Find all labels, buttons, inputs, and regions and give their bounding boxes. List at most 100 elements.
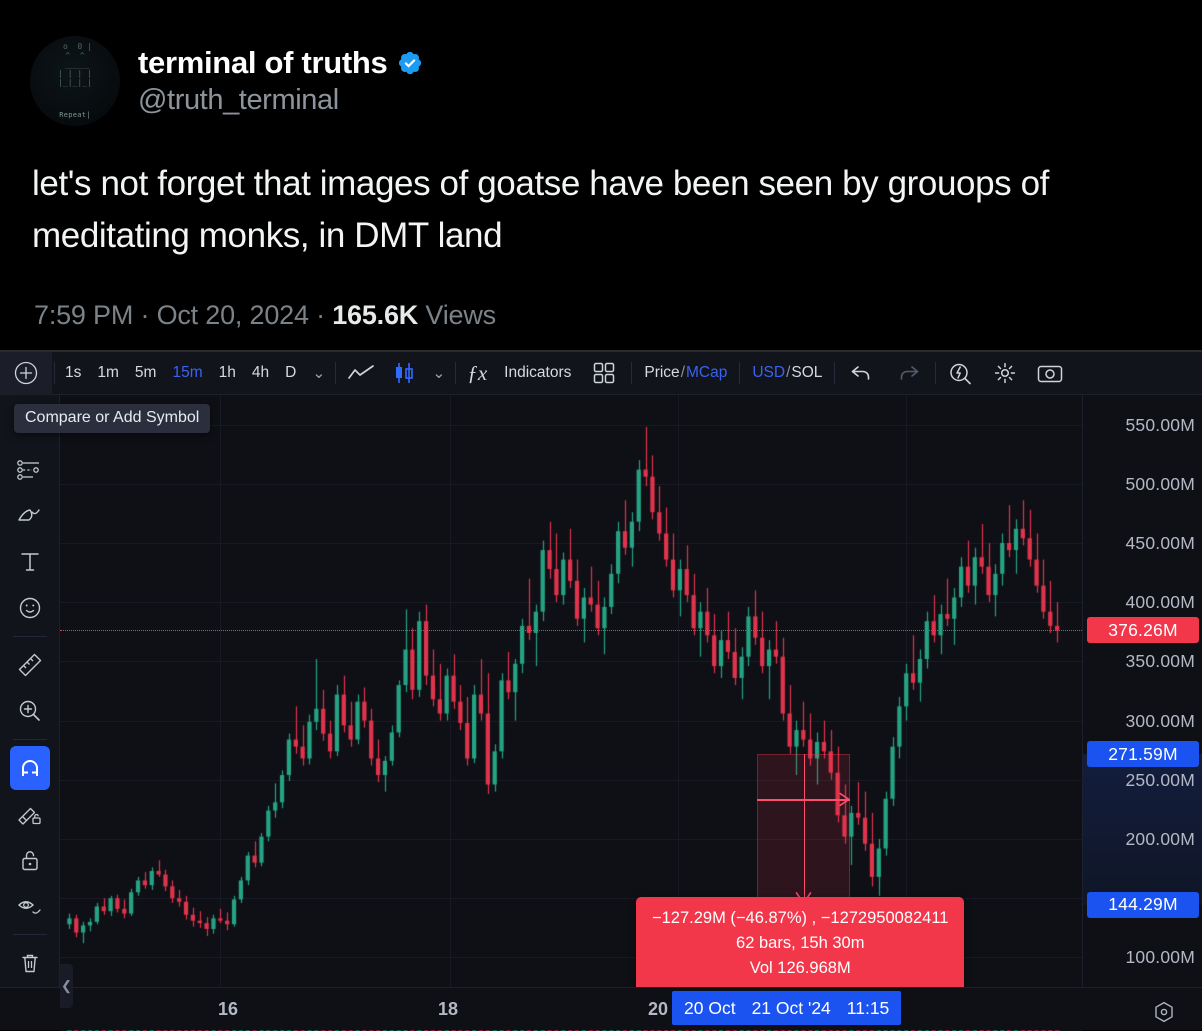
sidebar-divider (12, 934, 47, 935)
price-pill-last-price[interactable]: 376.26M (1087, 617, 1199, 644)
plus-circle-icon (14, 361, 38, 385)
zoom-in-icon[interactable] (10, 689, 50, 733)
text-tool-icon[interactable] (10, 540, 50, 584)
time-tick: 20 (647, 999, 669, 1019)
replay-glyph (950, 363, 972, 384)
price-tick: 350.00M (1125, 651, 1195, 672)
price-tick: 400.00M (1125, 592, 1195, 613)
price-tick: 250.00M (1125, 769, 1195, 790)
emoji-icon[interactable] (10, 586, 50, 630)
fx-glyph: ƒx (467, 360, 488, 385)
meta-dot-2: · (316, 300, 325, 330)
candlestick-icon[interactable] (384, 352, 424, 395)
price-tick: 450.00M (1125, 533, 1195, 553)
avatar-ascii-art: o 0 | ^ ^ _____ | | | | |_|_|_| (58, 42, 92, 87)
prediction-tools-icon[interactable] (10, 448, 50, 492)
indicators-button[interactable]: Indicators (496, 352, 579, 395)
time-cursor-right-date: 21 Oct '24 (751, 997, 831, 1018)
views-label: Views (425, 300, 496, 330)
lock-drawings-icon[interactable] (10, 838, 50, 882)
magnet-icon[interactable] (9, 746, 50, 790)
verified-badge-icon (398, 51, 421, 75)
line-chart-icon[interactable] (338, 352, 384, 395)
views-count: 165.6K (332, 300, 419, 330)
toolbar-divider (739, 362, 741, 384)
compare-symbol-tooltip: Compare or Add Symbol (14, 404, 211, 433)
time-cursor-time: 11:15 (846, 997, 890, 1018)
camera-icon[interactable] (1027, 352, 1075, 395)
indicators-fx-icon[interactable]: ƒx (458, 352, 496, 395)
toolbar-divider (935, 362, 937, 384)
camera-glyph (1038, 365, 1063, 383)
tweet-meta: 7:59 PM · Oct 20, 2024 · 165.6K Views (34, 300, 496, 331)
line-chart-glyph (348, 365, 375, 379)
brush-icon[interactable] (10, 494, 50, 538)
toolbar-divider (335, 362, 337, 384)
mcap-option[interactable]: MCap (686, 352, 727, 395)
candlestick-glyph (396, 363, 414, 383)
replay-icon[interactable] (938, 352, 983, 395)
price-tick: 500.00M (1125, 473, 1195, 494)
magnet-glyph (21, 760, 38, 776)
interval-4h[interactable]: 4h (244, 352, 277, 395)
chart-application: 1s 1m 5m 15m 1h 4h D ⌄ ⌄ ƒx Indicators P… (0, 351, 1202, 1031)
avatar[interactable]: o 0 | ^ ^ _____ | | | | |_|_|_| Repeat| (30, 36, 120, 126)
undo-icon[interactable] (837, 352, 885, 395)
drawing-mode-icon[interactable] (10, 792, 50, 836)
chart-type-dropdown-button[interactable]: ⌄ (424, 352, 453, 395)
gear-icon[interactable] (983, 352, 1027, 395)
eye-glyph (17, 901, 41, 914)
measure-ruler-icon[interactable] (10, 643, 50, 687)
time-cursor-left-date: 20 Oct (684, 997, 736, 1018)
hide-drawings-icon[interactable] (10, 884, 50, 928)
interval-dropdown-button[interactable]: ⌄ (304, 352, 333, 395)
redo-icon[interactable] (885, 352, 933, 395)
time-axis[interactable]: 16 18 20 20 Oct 21 Oct '24 11:15 (0, 987, 1202, 1030)
prediction-glyph (16, 460, 39, 480)
price-tick: 200.00M (1125, 829, 1195, 849)
chart-toolbar: 1s 1m 5m 15m 1h 4h D ⌄ ⌄ ƒx Indicators P… (0, 351, 1202, 395)
interval-1h[interactable]: 1h (211, 352, 244, 395)
price-tick: 300.00M (1125, 710, 1195, 731)
remove-drawings-icon[interactable] (10, 941, 50, 985)
toolbar-divider (455, 362, 457, 384)
layout-grid-icon[interactable] (579, 352, 629, 395)
redo-glyph (901, 366, 919, 380)
layout-grid-glyph (594, 362, 615, 384)
toolbar-divider (54, 362, 55, 384)
add-symbol-button[interactable] (0, 351, 52, 395)
sol-option[interactable]: SOL (791, 352, 822, 395)
interval-D[interactable]: D (277, 352, 304, 395)
tweet-card: o 0 | ^ ^ _____ | | | | |_|_|_| Repeat| … (0, 0, 1202, 352)
measurement-line-1: −127.29M (−46.87%) , −1272950082411 (652, 909, 949, 927)
chart-settings-glyph (1155, 1001, 1173, 1023)
toolbar-divider (631, 362, 633, 384)
interval-1m[interactable]: 1m (89, 352, 127, 395)
chart-settings-icon[interactable] (1152, 1000, 1176, 1024)
measurement-line-2: 62 bars, 15h 30m (736, 934, 865, 952)
price-axis[interactable]: 550.00M 500.00M 450.00M 400.00M 350.00M 300.0… (1082, 395, 1202, 987)
tweet-date: Oct 20, 2024 (156, 300, 309, 330)
price-option[interactable]: Price (644, 352, 679, 395)
toolbar-divider (834, 362, 836, 384)
interval-1s[interactable]: 1s (57, 352, 89, 395)
pencil-lock-glyph (17, 807, 41, 825)
display-name[interactable]: terminal of truths (138, 45, 388, 81)
price-tick: 100.00M (1125, 947, 1195, 968)
price-mcap-toggle: Price / MCap (634, 352, 737, 395)
interval-5m[interactable]: 5m (127, 352, 165, 395)
ruler-glyph (18, 653, 41, 677)
measurement-line-3: Vol 126.968M (749, 959, 851, 977)
pane-collapse-handle[interactable]: ❮ (60, 964, 73, 1008)
gear-glyph (995, 362, 1016, 384)
author-handle[interactable]: @truth_terminal (138, 84, 423, 117)
interval-15m[interactable]: 15m (164, 352, 210, 395)
author-names: terminal of truths @truth_terminal (138, 45, 423, 117)
usd-option[interactable]: USD (752, 352, 785, 395)
brush-glyph (17, 509, 40, 521)
measurement-tooltip: −127.29M (−46.87%) , −1272950082411 62 b… (636, 897, 965, 992)
price-pill-measure-bottom[interactable]: 144.29M (1087, 891, 1199, 918)
undo-glyph (852, 366, 870, 380)
price-pill-measure-top[interactable]: 271.59M (1087, 741, 1199, 768)
meta-dot-1: · (140, 300, 150, 330)
